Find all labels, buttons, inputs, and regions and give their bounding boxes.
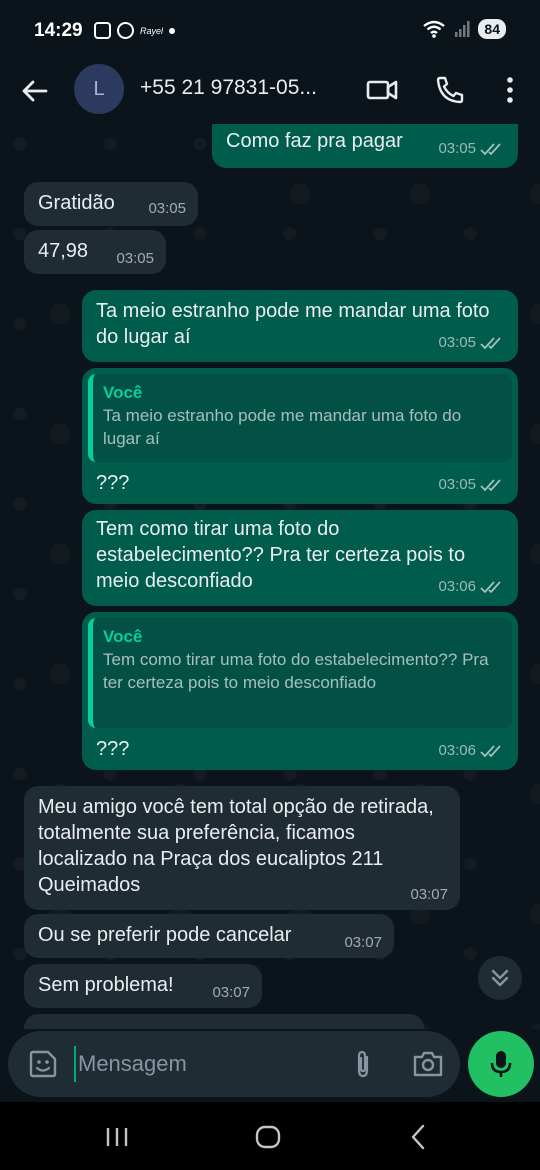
quote-text: Ta meio estranho pode me mandar uma foto… bbox=[103, 406, 462, 448]
message-time: 03:05 bbox=[438, 140, 476, 157]
chat-header: L +55 21 97831-05... bbox=[0, 62, 540, 124]
read-ticks-icon bbox=[480, 337, 501, 350]
phone-icon[interactable] bbox=[434, 74, 466, 106]
read-ticks-icon bbox=[480, 745, 501, 758]
message-meta: 03:05 bbox=[438, 330, 506, 356]
notification-icon bbox=[94, 22, 111, 39]
system-navigation-bar bbox=[0, 1102, 540, 1170]
battery-indicator: 84 bbox=[478, 19, 506, 39]
wifi-icon bbox=[423, 20, 446, 38]
message-meta: 03:05 bbox=[438, 472, 506, 498]
message-input-container bbox=[8, 1031, 460, 1097]
more-vert-icon[interactable] bbox=[494, 74, 526, 106]
message-meta: 03:06 bbox=[438, 574, 506, 600]
quoted-message[interactable]: Você Tem como tirar uma foto do estabele… bbox=[88, 618, 512, 728]
quote-author: Você bbox=[103, 627, 143, 646]
message-time: 03:06 bbox=[438, 742, 476, 759]
message-outgoing[interactable]: Ta meio estranho pode me mandar uma foto… bbox=[82, 290, 518, 362]
message-time: 03:05 bbox=[116, 250, 154, 267]
recents-icon[interactable] bbox=[102, 1122, 132, 1152]
quoted-message[interactable]: Você Ta meio estranho pode me mandar uma… bbox=[88, 374, 512, 462]
signal-icon bbox=[455, 21, 470, 37]
chat-area[interactable]: Como faz pra pagar 03:05 Gratidão 03:05 … bbox=[0, 124, 540, 1029]
back-arrow-icon[interactable] bbox=[20, 76, 50, 106]
message-incoming[interactable]: Ou se preferir pode cancelar 03:07 bbox=[24, 914, 394, 958]
sticker-icon[interactable] bbox=[28, 1049, 58, 1079]
mic-icon bbox=[490, 1051, 512, 1077]
attach-icon[interactable] bbox=[348, 1049, 378, 1079]
status-bar: 14:29 Rayel 84 bbox=[0, 0, 540, 62]
message-meta: 03:07 bbox=[344, 930, 382, 956]
whatsapp-notification-icon bbox=[117, 22, 134, 39]
message-text: Ou se preferir pode cancelar bbox=[38, 924, 292, 946]
message-input[interactable] bbox=[74, 1046, 334, 1082]
message-outgoing-reply[interactable]: Você Tem como tirar uma foto do estabele… bbox=[82, 612, 518, 770]
video-call-icon[interactable] bbox=[366, 74, 398, 106]
message-meta: 03:07 bbox=[410, 882, 448, 908]
compose-bar bbox=[0, 1029, 540, 1102]
message-incoming[interactable]: Gratidão 03:05 bbox=[24, 182, 198, 226]
message-text: 47,98 bbox=[38, 240, 89, 262]
message-text: Meu amigo você tem total opção de retira… bbox=[38, 796, 440, 896]
avatar[interactable]: L bbox=[74, 64, 124, 114]
message-meta: 03:07 bbox=[212, 980, 250, 1006]
message-time: 03:05 bbox=[438, 334, 476, 351]
message-outgoing-reply[interactable]: Você Ta meio estranho pode me mandar uma… bbox=[82, 368, 518, 504]
nav-back-icon[interactable] bbox=[404, 1122, 434, 1152]
read-ticks-icon bbox=[480, 479, 501, 492]
message-text: Gratidão bbox=[38, 192, 115, 214]
camera-icon[interactable] bbox=[412, 1049, 444, 1079]
read-ticks-icon bbox=[480, 143, 501, 156]
read-ticks-icon bbox=[480, 581, 501, 594]
message-meta: 03:06 bbox=[438, 738, 506, 764]
message-incoming[interactable]: Sem problema! 03:07 bbox=[24, 964, 262, 1008]
message-text: Sem problema! bbox=[38, 974, 174, 996]
message-meta: 03:05 bbox=[116, 246, 154, 272]
home-icon[interactable] bbox=[253, 1122, 283, 1152]
system-status: 84 bbox=[422, 19, 506, 39]
message-outgoing[interactable]: Tem como tirar uma foto do estabelecimen… bbox=[82, 510, 518, 606]
contact-name[interactable]: +55 21 97831-05... bbox=[140, 76, 317, 100]
message-incoming-partial[interactable] bbox=[24, 1014, 424, 1029]
mic-button[interactable] bbox=[468, 1031, 534, 1097]
message-incoming[interactable]: 47,98 03:05 bbox=[24, 230, 166, 274]
message-outgoing[interactable]: Como faz pra pagar 03:05 bbox=[212, 124, 518, 168]
quote-text: Tem como tirar uma foto do estabelecimen… bbox=[103, 650, 489, 692]
message-text: Como faz pra pagar bbox=[226, 130, 403, 152]
quote-author: Você bbox=[103, 383, 143, 402]
more-notifications-dot bbox=[169, 27, 176, 34]
message-time: 03:07 bbox=[212, 984, 250, 1001]
message-incoming[interactable]: Meu amigo você tem total opção de retira… bbox=[24, 786, 460, 910]
app-notification-label: Rayel bbox=[140, 25, 164, 36]
message-time: 03:05 bbox=[148, 200, 186, 217]
message-time: 03:06 bbox=[438, 578, 476, 595]
scroll-to-bottom-button[interactable] bbox=[478, 956, 522, 1000]
message-meta: 03:05 bbox=[148, 196, 186, 222]
chevron-double-down-icon bbox=[491, 969, 509, 987]
notification-icons: Rayel bbox=[94, 22, 176, 39]
message-meta: 03:05 bbox=[438, 136, 506, 162]
message-time: 03:07 bbox=[410, 886, 448, 903]
message-time: 03:05 bbox=[438, 476, 476, 493]
status-time: 14:29 bbox=[34, 20, 83, 41]
message-time: 03:07 bbox=[344, 934, 382, 951]
